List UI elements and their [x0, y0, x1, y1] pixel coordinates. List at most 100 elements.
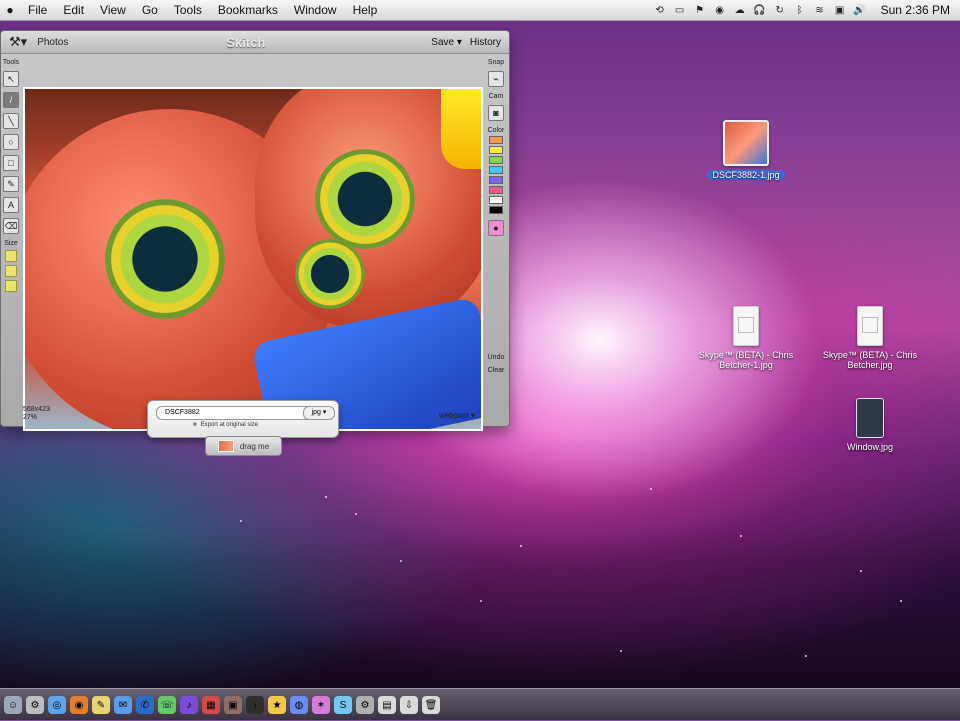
mail-icon[interactable]: ✉ — [114, 696, 132, 714]
snap-icon[interactable]: ⌁ — [488, 71, 504, 87]
documents-icon[interactable]: ▤ — [378, 696, 396, 714]
bluetooth-icon[interactable]: ᛒ — [793, 4, 807, 16]
preferences-icon[interactable]: ⚙ — [356, 696, 374, 714]
history-button[interactable]: History — [470, 37, 501, 48]
skype-icon[interactable]: S — [334, 696, 352, 714]
desktop-file-window[interactable]: Window.jpg — [810, 398, 930, 452]
size-large[interactable] — [5, 280, 17, 292]
color-orange[interactable] — [489, 136, 503, 144]
cam-label: Cam — [488, 93, 504, 100]
finder-icon[interactable]: ☺ — [4, 696, 22, 714]
image-canvas[interactable] — [23, 87, 483, 431]
sync-icon[interactable]: ⟲ — [653, 4, 667, 16]
desktop-file-skype-1[interactable]: Skype™ (BETA) - Chris Betcher-1.jpg — [686, 306, 806, 370]
color-black[interactable] — [489, 206, 503, 214]
image-thumbnail — [723, 120, 769, 166]
safari-icon[interactable]: ◎ — [48, 696, 66, 714]
color-purple[interactable] — [489, 176, 503, 184]
size-medium[interactable] — [5, 265, 17, 277]
left-tool-palette: Tools ↖ / ╲ ○ □ ✎ A ⌫ Size — [1, 53, 21, 403]
color-pink[interactable] — [489, 186, 503, 194]
skitch-dock-icon[interactable]: ✶ — [312, 696, 330, 714]
globe-icon[interactable]: ◍ — [290, 696, 308, 714]
save-button[interactable]: Save ▾ — [431, 37, 462, 48]
menubar: ● File Edit View Go Tools Bookmarks Wind… — [0, 0, 960, 21]
drag-handle[interactable]: drag me — [205, 436, 282, 456]
messaging-icon[interactable]: ✆ — [136, 696, 154, 714]
desktop-file-label: Skype™ (BETA) - Chris Betcher-1.jpg — [698, 350, 794, 370]
monitor-icon[interactable]: ▭ — [673, 4, 687, 16]
window-thumbnail — [856, 398, 884, 438]
ellipse-tool-icon[interactable]: ○ — [3, 134, 19, 150]
volume-icon[interactable]: 🔊 — [853, 4, 867, 16]
webpost-button[interactable]: webpost ▾ — [439, 411, 475, 420]
drag-thumbnail — [217, 440, 234, 452]
photos-button[interactable]: Photos — [37, 37, 68, 48]
undo-button[interactable]: Undo — [488, 354, 505, 361]
size-label: Size — [4, 240, 18, 247]
tools-label: Tools — [2, 59, 20, 66]
menu-help[interactable]: Help — [345, 0, 386, 20]
desktop-file-label: Skype™ (BETA) - Chris Betcher.jpg — [822, 350, 918, 370]
line-tool-icon[interactable]: ╲ — [3, 113, 19, 129]
clock[interactable]: Sun 2:36 PM — [881, 3, 950, 17]
eraser-tool-icon[interactable]: ⌫ — [3, 218, 19, 234]
color-white[interactable] — [489, 196, 503, 204]
highlighter-tool-icon[interactable]: ✎ — [3, 176, 19, 192]
filename-field[interactable]: DSCF3882 — [156, 406, 316, 420]
music-icon[interactable]: ♪ — [180, 696, 198, 714]
camera-icon[interactable]: ◙ — [488, 105, 504, 121]
desktop-file-label: Window.jpg — [846, 442, 894, 452]
export-original-size-checkbox[interactable]: Export at original size — [193, 422, 258, 428]
extension-select[interactable]: jpg ▾ — [303, 406, 335, 420]
right-tool-palette: Snap ⌁ Cam ◙ Color ● Undo Clear — [483, 53, 509, 403]
color-green[interactable] — [489, 156, 503, 164]
flag-icon[interactable]: ⚑ — [693, 4, 707, 16]
pen-tool-icon[interactable]: / — [3, 92, 19, 108]
chrome-icon[interactable]: ◉ — [713, 4, 727, 16]
clear-button[interactable]: Clear — [488, 367, 505, 374]
color-label: Color — [487, 127, 505, 134]
headphones-icon[interactable]: 🎧 — [753, 4, 767, 16]
desktop-file-label: DSCF3882-1.jpg — [707, 170, 785, 180]
menu-view[interactable]: View — [92, 0, 134, 20]
star-icon[interactable]: ★ — [268, 696, 286, 714]
menu-file[interactable]: File — [20, 0, 55, 20]
menu-go[interactable]: Go — [134, 0, 166, 20]
menu-edit[interactable]: Edit — [55, 0, 92, 20]
desktop-file-dscf3882[interactable]: DSCF3882-1.jpg — [686, 120, 806, 180]
wifi-icon[interactable]: ≋ — [813, 4, 827, 16]
firefox-icon[interactable]: ◉ — [70, 696, 88, 714]
apple-menu-icon[interactable]: ● — [0, 0, 20, 20]
terminal-icon[interactable]: › — [246, 696, 264, 714]
skitch-toolbar: ⚒▾ Photos Skitch Save ▾ History — [1, 31, 509, 54]
size-small[interactable] — [5, 250, 17, 262]
image-info: 568x423 27% — [23, 406, 50, 422]
tools-icon[interactable]: ⚒▾ — [9, 34, 27, 50]
dock: ☺ ⚙ ◎ ◉ ✎ ✉ ✆ ☏ ♪ ▦ ▣ › ★ ◍ ✶ S ⚙ ▤ ⇩ 🗑 — [0, 688, 960, 721]
desktop-file-skype[interactable]: Skype™ (BETA) - Chris Betcher.jpg — [810, 306, 930, 370]
menu-window[interactable]: Window — [286, 0, 345, 20]
calendar-icon[interactable]: ▦ — [202, 696, 220, 714]
system-icon[interactable]: ⚙ — [26, 696, 44, 714]
export-panel: DSCF3882 jpg ▾ Export at original size — [147, 400, 339, 438]
downloads-icon[interactable]: ⇩ — [400, 696, 418, 714]
chat-icon[interactable]: ☏ — [158, 696, 176, 714]
notes-icon[interactable]: ✎ — [92, 696, 110, 714]
text-tool-icon[interactable]: A — [3, 197, 19, 213]
arrow-tool-icon[interactable]: ↖ — [3, 71, 19, 87]
photos-icon[interactable]: ▣ — [224, 696, 242, 714]
trash-icon[interactable]: 🗑 — [422, 696, 440, 714]
color-yellow[interactable] — [489, 146, 503, 154]
color-picker-icon[interactable]: ● — [488, 220, 504, 236]
rect-tool-icon[interactable]: □ — [3, 155, 19, 171]
menu-tools[interactable]: Tools — [166, 0, 210, 20]
display-icon[interactable]: ▣ — [833, 4, 847, 16]
fish-eye-large — [105, 199, 225, 319]
time-machine-icon[interactable]: ↻ — [773, 4, 787, 16]
app-title: Skitch — [226, 34, 266, 50]
color-cyan[interactable] — [489, 166, 503, 174]
menu-bookmarks[interactable]: Bookmarks — [210, 0, 286, 20]
cloud-icon[interactable]: ☁ — [733, 4, 747, 16]
document-thumbnail — [733, 306, 759, 346]
